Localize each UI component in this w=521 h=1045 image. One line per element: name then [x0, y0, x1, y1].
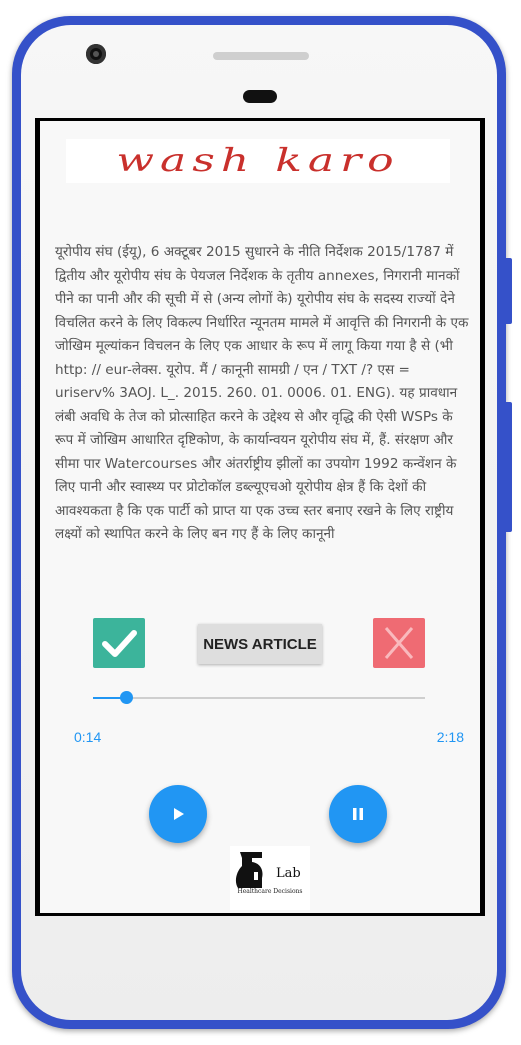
lab-logo: Lab Healthcare Decisions — [230, 846, 310, 910]
seek-bar[interactable] — [93, 690, 425, 706]
front-camera — [86, 44, 106, 64]
phone-screen: wash karo यूरोपीय संघ (ईयू), 6 अक्टूबर 2… — [35, 118, 485, 916]
news-article-button[interactable]: NEWS ARTICLE — [198, 624, 322, 664]
app-content: wash karo यूरोपीय संघ (ईयू), 6 अक्टूबर 2… — [40, 121, 480, 913]
play-icon — [174, 808, 184, 820]
app-logo-text: wash karo — [116, 142, 400, 179]
close-icon — [384, 627, 414, 659]
power-button — [504, 258, 512, 324]
reject-button[interactable] — [373, 618, 425, 668]
proximity-sensor — [243, 90, 277, 103]
check-icon — [102, 630, 137, 657]
pause-icon — [353, 808, 363, 820]
play-button[interactable] — [149, 785, 207, 843]
lab-label: Lab — [276, 866, 301, 881]
volume-button — [504, 402, 512, 532]
pause-button[interactable] — [329, 785, 387, 843]
article-text: यूरोपीय संघ (ईयू), 6 अक्टूबर 2015 सुधारन… — [55, 244, 469, 542]
lab-logo-icon — [235, 852, 263, 888]
seek-track — [93, 697, 425, 699]
seek-thumb[interactable] — [120, 691, 134, 704]
current-time: 0:14 — [74, 729, 102, 745]
approve-button[interactable] — [93, 618, 145, 668]
app-logo: wash karo — [66, 139, 450, 183]
lab-subtitle: Healthcare Decisions — [237, 888, 303, 895]
earpiece-speaker — [213, 52, 309, 60]
total-time: 2:18 — [436, 729, 464, 745]
